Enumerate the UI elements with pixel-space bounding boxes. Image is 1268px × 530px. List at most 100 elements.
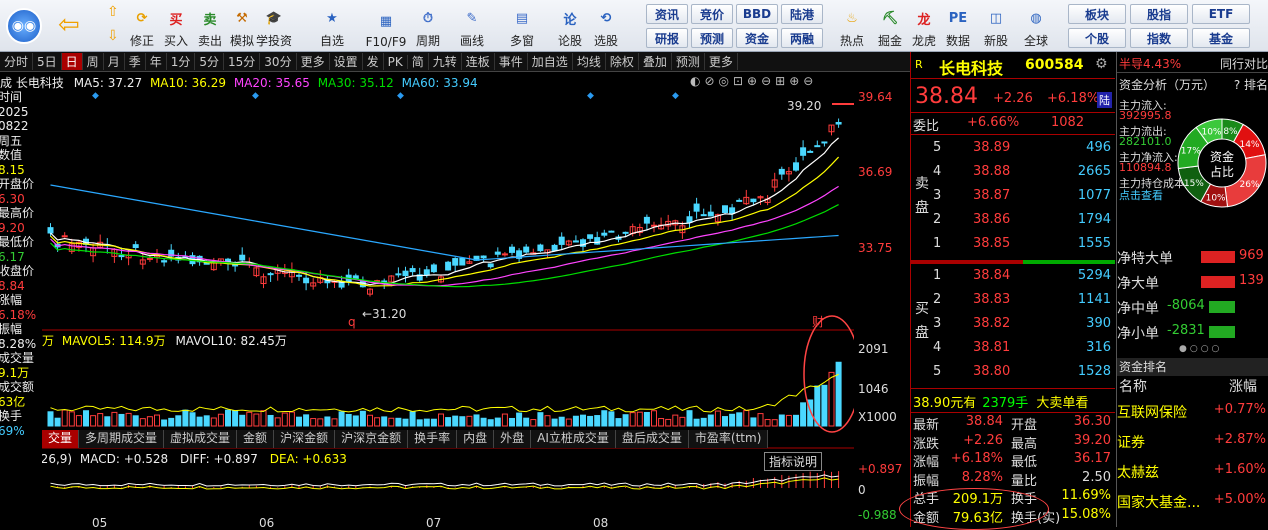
col-name-header[interactable]: 名称 — [1119, 376, 1147, 396]
indicator-tab[interactable]: 虚拟成交量 — [164, 430, 238, 448]
indicator-tab[interactable]: AI立桩成交量 — [531, 430, 616, 448]
sell-price[interactable]: 38.88 — [973, 164, 1010, 179]
app-logo-icon[interactable]: ◉◉ — [6, 8, 42, 44]
sector-name[interactable]: 太赫兹 — [1117, 462, 1159, 482]
toolbar-grid-button[interactable]: 资金 — [736, 28, 778, 48]
buy-price[interactable]: 38.84 — [973, 268, 1010, 283]
period-tab[interactable]: 设置 — [330, 53, 363, 70]
toolbar-icon-16: ◫ — [989, 10, 1003, 26]
buy-price[interactable]: 38.80 — [973, 364, 1010, 379]
sell-price[interactable]: 38.87 — [973, 188, 1010, 203]
back-arrow-icon[interactable]: ⇦ — [58, 12, 88, 40]
col-pct-header[interactable]: 涨幅 — [1229, 376, 1257, 396]
period-tab[interactable]: PK — [384, 54, 408, 69]
period-tab[interactable]: 加自选 — [528, 53, 573, 70]
pager-dots[interactable]: ●○○○ — [1179, 344, 1222, 354]
big-order-row[interactable]: 38.90元有 2379手 大卖单看 — [913, 392, 1088, 411]
period-tab[interactable]: 5分 — [195, 53, 225, 70]
period-tab[interactable]: 日 — [61, 53, 83, 70]
indicator-tab[interactable]: 多周期成交量 — [79, 430, 165, 448]
toolbar-button-8[interactable]: ✎ 画线 — [452, 3, 492, 49]
indicator-tab[interactable]: 换手率 — [408, 430, 458, 448]
period-tab[interactable]: 事件 — [495, 53, 528, 70]
period-tab[interactable]: 更多 — [297, 53, 330, 70]
fund-rank-link[interactable]: ? 排名 — [1234, 76, 1268, 93]
period-tab[interactable]: 分时 — [0, 53, 34, 70]
period-tab[interactable]: 叠加 — [639, 53, 672, 70]
sector-name[interactable]: 证券 — [1117, 432, 1145, 452]
sector-change[interactable]: 半导4.43% — [1119, 55, 1181, 72]
sell-price[interactable]: 38.85 — [973, 236, 1010, 251]
period-tab[interactable]: 发 — [363, 53, 384, 70]
toolbar-grid-button[interactable]: 两融 — [781, 28, 823, 48]
toolbar-grid-button[interactable]: 研报 — [646, 28, 688, 48]
buy-price[interactable]: 38.83 — [973, 292, 1010, 307]
toolbar-button-5[interactable]: ★ 自选 — [312, 3, 352, 49]
indicator-tab[interactable]: 市盈率(ttm) — [688, 430, 769, 448]
toolbar-button-6[interactable]: ▦ F10/F9 — [366, 3, 407, 50]
volume-tick: 2091 — [858, 342, 889, 356]
indicator-help-button[interactable]: 指标说明 — [764, 452, 823, 471]
period-tab[interactable]: 更多 — [705, 53, 738, 70]
toolbar-button-9[interactable]: ▤ 多窗 — [502, 3, 542, 49]
toolbar-button-15[interactable]: PE 数据 — [938, 3, 978, 49]
weibi-value: +6.66% — [967, 115, 1020, 130]
indicator-tab[interactable]: 金额 — [237, 430, 275, 448]
toolbar-market-button[interactable]: 指数 — [1130, 28, 1188, 48]
sell-price[interactable]: 38.89 — [973, 140, 1010, 155]
period-tab[interactable]: 均线 — [573, 53, 606, 70]
toolbar-button-12[interactable]: ♨ 热点 — [832, 3, 872, 49]
toolbar-grid-button[interactable]: 竞价 — [691, 4, 733, 24]
toolbar-button-11[interactable]: ⟲ 选股 — [586, 3, 626, 49]
volume-bar — [608, 411, 615, 427]
period-tab[interactable]: 九转 — [429, 53, 462, 70]
divider — [911, 78, 1115, 79]
buy-price[interactable]: 38.81 — [973, 340, 1010, 355]
toolbar-market-button[interactable]: 股指 — [1130, 4, 1188, 24]
toolbar-button-7[interactable]: ⏱ 周期 — [408, 3, 448, 49]
toolbar-button-16[interactable]: ◫ 新股 — [976, 3, 1016, 49]
settings-gear-icon[interactable]: ⚙ — [1095, 56, 1108, 72]
period-tab[interactable]: 5日 — [33, 53, 62, 70]
toolbar-grid-button[interactable]: BBD — [736, 4, 778, 24]
toolbar-grid-button[interactable]: 资讯 — [646, 4, 688, 24]
toolbar-grid-button[interactable]: 预测 — [691, 28, 733, 48]
indicator-tab[interactable]: 盘后成交量 — [615, 430, 689, 448]
period-tab[interactable]: 年 — [146, 53, 167, 70]
toolbar-market-button[interactable]: ETF — [1192, 4, 1250, 24]
indicator-tab[interactable]: 外盘 — [494, 430, 532, 448]
fund-link[interactable]: 点击查看 — [1119, 187, 1163, 203]
indicator-tab[interactable]: 沪深金额 — [274, 430, 336, 448]
fund-inflow: 392995.8 — [1119, 109, 1172, 122]
sell-volume: 1077 — [1077, 188, 1111, 203]
toolbar-market-button[interactable]: 基金 — [1192, 28, 1250, 48]
period-tab[interactable]: 连板 — [462, 53, 495, 70]
period-tab[interactable]: 季 — [125, 53, 146, 70]
period-tab[interactable]: 1分 — [167, 53, 196, 70]
period-tab[interactable]: 30分 — [260, 53, 297, 70]
candle-body — [494, 251, 501, 255]
sell-price[interactable]: 38.86 — [973, 212, 1010, 227]
indicator-tab[interactable]: 交量 — [42, 430, 80, 448]
indicator-tab[interactable]: 沪深京金额 — [335, 430, 409, 448]
toolbar-market-button[interactable]: 板块 — [1068, 4, 1126, 24]
buy-price[interactable]: 38.82 — [973, 316, 1010, 331]
indicator-tab[interactable]: 内盘 — [457, 430, 495, 448]
period-tab[interactable]: 简 — [408, 53, 429, 70]
period-tab[interactable]: 15分 — [224, 53, 261, 70]
sector-name[interactable]: 国家大基金... — [1117, 492, 1200, 512]
toolbar-grid-button[interactable]: 陆港 — [781, 4, 823, 24]
peer-compare-link[interactable]: 同行对比 — [1220, 55, 1268, 72]
chart-tool-icons[interactable]: ◐⊘◎⊡⊕⊖⊞⊕⊖ — [690, 74, 855, 90]
period-tab[interactable]: 月 — [104, 53, 125, 70]
toolbar-button-17[interactable]: ◍ 全球 — [1016, 3, 1056, 49]
toolbar-button-10[interactable]: 论论股 — [550, 3, 590, 49]
sell-level: 3 — [933, 188, 942, 203]
period-tab[interactable]: 周 — [83, 53, 104, 70]
kline-chart-area[interactable]: 39.20 ←31.20 q 财 05 06 07 08 ◆ ◆ ◆ ◆ ◆ 万 MAVOL5: 114… — [42, 90, 854, 527]
sector-name[interactable]: 互联网保险 — [1117, 402, 1187, 422]
period-tab[interactable]: 除权 — [606, 53, 639, 70]
toolbar-market-button[interactable]: 个股 — [1068, 28, 1126, 48]
period-tab[interactable]: 预测 — [672, 53, 705, 70]
toolbar-button-4[interactable]: 🎓 学投资 — [254, 3, 294, 49]
